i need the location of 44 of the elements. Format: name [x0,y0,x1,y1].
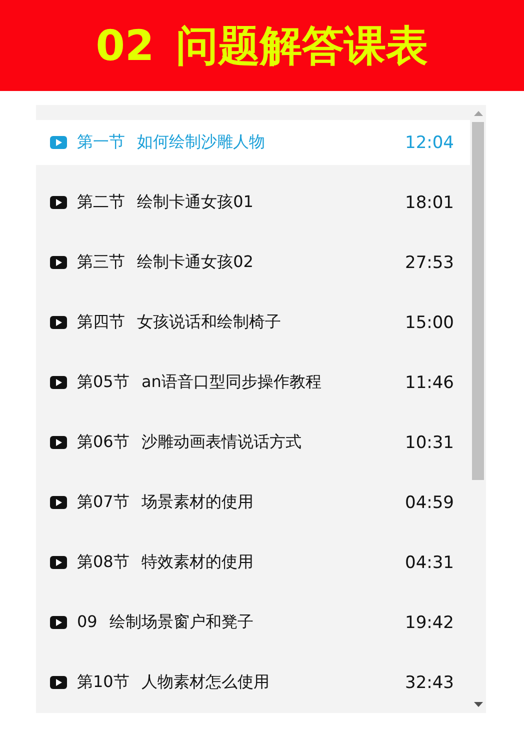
lesson-title: 第06节 沙雕动画表情说话方式 [77,432,302,453]
lesson-duration: 15:00 [405,312,454,332]
lesson-duration: 10:31 [405,432,454,452]
play-icon [50,316,67,329]
lesson-title: 第一节 如何绘制沙雕人物 [77,132,266,153]
lesson-duration: 18:01 [405,192,454,212]
lesson-title: 第二节 绘制卡通女孩01 [77,192,254,213]
play-icon [50,676,67,689]
play-icon [50,136,67,149]
lesson-duration: 19:42 [405,612,454,632]
play-icon [50,616,67,629]
lesson-title: 第10节 人物素材怎么使用 [77,672,270,693]
play-icon [50,496,67,509]
header-title: 问题解答课表 [176,20,428,72]
lesson-title: 第四节 女孩说话和绘制椅子 [77,312,282,333]
lesson-row[interactable]: 第10节 人物素材怎么使用 32:43 [36,660,470,705]
lesson-row[interactable]: 第三节 绘制卡通女孩02 27:53 [36,240,470,285]
lesson-row[interactable]: 第05节 an语音口型同步操作教程 11:46 [36,360,470,405]
lesson-title: 第07节 场景素材的使用 [77,492,254,513]
lesson-duration: 11:46 [405,372,454,392]
lesson-title: 第三节 绘制卡通女孩02 [77,252,254,273]
lesson-title: 第05节 an语音口型同步操作教程 [77,372,322,393]
lesson-row[interactable]: 第二节 绘制卡通女孩01 18:01 [36,180,470,225]
lesson-title: 09 绘制场景窗户和凳子 [77,612,254,633]
play-icon [50,256,67,269]
scroll-up-icon[interactable] [474,111,482,116]
play-icon [50,436,67,449]
lesson-title: 第08节 特效素材的使用 [77,552,254,573]
lesson-row[interactable]: 09 绘制场景窗户和凳子 19:42 [36,600,470,645]
lesson-duration: 12:04 [405,132,454,152]
lesson-row[interactable]: 第07节 场景素材的使用 04:59 [36,480,470,525]
header-number: 02 [96,21,154,70]
play-icon [50,196,67,209]
lesson-duration: 04:59 [405,492,454,512]
lesson-duration: 32:43 [405,672,454,692]
scrollbar-thumb[interactable] [472,122,484,480]
scroll-down-icon[interactable] [474,702,482,707]
lesson-duration: 04:31 [405,552,454,572]
lesson-duration: 27:53 [405,252,454,272]
play-icon [50,376,67,389]
lesson-row[interactable]: 第08节 特效素材的使用 04:31 [36,540,470,585]
play-icon [50,556,67,569]
lesson-row[interactable]: 第四节 女孩说话和绘制椅子 15:00 [36,300,470,345]
lesson-row[interactable]: 第06节 沙雕动画表情说话方式 10:31 [36,420,470,465]
